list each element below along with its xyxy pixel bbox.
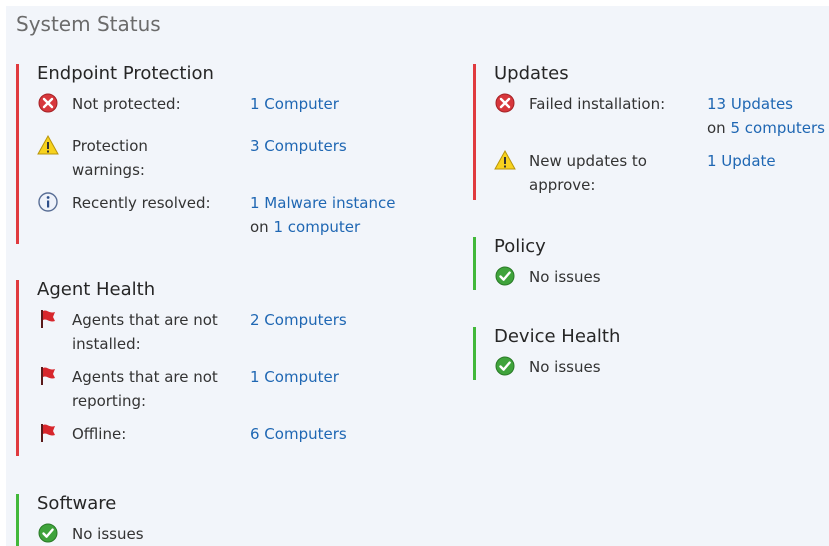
- check-icon: [37, 522, 59, 544]
- status-row-new-updates: New updates to approve: 1 Update: [494, 149, 829, 199]
- section-endpoint-protection: Endpoint Protection Not protected: 1 Com…: [16, 63, 446, 244]
- failed-updates-link[interactable]: 13 Updates: [707, 95, 793, 113]
- status-row-not-reporting: Agents that are not reporting: 1 Compute…: [37, 365, 446, 422]
- row-label-line2: reporting:: [72, 392, 147, 410]
- row-label: Recently resolved:: [72, 194, 211, 212]
- section-title: Software: [37, 493, 117, 514]
- section-title: Endpoint Protection: [37, 63, 214, 84]
- section-title: Agent Health: [37, 279, 156, 300]
- sub-prefix: on: [707, 119, 726, 137]
- row-label-line1: Protection: [72, 137, 148, 155]
- warning-icon: [37, 134, 59, 156]
- status-row-no-issues: No issues: [494, 265, 829, 289]
- row-label: Offline:: [72, 425, 127, 443]
- offline-link[interactable]: 6 Computers: [250, 422, 347, 446]
- status-row-not-installed: Agents that are not installed: 2 Compute…: [37, 308, 446, 365]
- status-row-not-protected: Not protected: 1 Computer: [37, 92, 446, 134]
- status-row-recently-resolved: Recently resolved: 1 Malware instance on…: [37, 191, 446, 241]
- error-icon: [494, 92, 516, 114]
- sub-prefix: on: [250, 218, 269, 236]
- row-label-line1: Agents that are not: [72, 368, 218, 386]
- status-row-protection-warnings: Protection warnings: 3 Computers: [37, 134, 446, 191]
- status-row-no-issues: No issues: [494, 355, 829, 379]
- warning-icon: [494, 149, 516, 171]
- section-title: Device Health: [494, 326, 621, 347]
- flag-icon: [37, 422, 59, 444]
- page-title: System Status: [16, 12, 161, 36]
- row-label-line1: New updates to: [529, 152, 647, 170]
- flag-icon: [37, 308, 59, 330]
- section-software: Software No issues: [16, 493, 446, 546]
- row-label-line2: approve:: [529, 176, 596, 194]
- check-icon: [494, 265, 516, 287]
- section-policy: Policy No issues: [473, 236, 829, 290]
- status-row-failed-installation: Failed installation: 13 Updates on 5 com…: [494, 92, 829, 149]
- section-updates: Updates Failed installation: 13 Updates …: [473, 63, 829, 200]
- protection-warnings-link[interactable]: 3 Computers: [250, 134, 347, 158]
- not-protected-link[interactable]: 1 Computer: [250, 92, 339, 116]
- malware-instance-link[interactable]: 1 Malware instance: [250, 194, 395, 212]
- computers-link[interactable]: 5 computers: [730, 119, 824, 137]
- row-label: Failed installation:: [529, 95, 666, 113]
- no-issues-text: No issues: [529, 268, 601, 286]
- row-label-line2: warnings:: [72, 161, 145, 179]
- computer-link[interactable]: 1 computer: [273, 218, 360, 236]
- row-label-line1: Agents that are not: [72, 311, 218, 329]
- section-title: Updates: [494, 63, 569, 84]
- no-issues-text: No issues: [72, 525, 144, 543]
- error-icon: [37, 92, 59, 114]
- new-updates-link[interactable]: 1 Update: [707, 149, 776, 173]
- info-icon: [37, 191, 59, 213]
- section-device-health: Device Health No issues: [473, 326, 829, 380]
- status-row-no-issues: No issues: [37, 522, 446, 546]
- status-row-offline: Offline: 6 Computers: [37, 422, 446, 452]
- section-title: Policy: [494, 236, 546, 257]
- no-issues-text: No issues: [529, 358, 601, 376]
- not-reporting-link[interactable]: 1 Computer: [250, 365, 339, 389]
- not-installed-link[interactable]: 2 Computers: [250, 308, 347, 332]
- row-label-line2: installed:: [72, 335, 141, 353]
- section-agent-health: Agent Health Agents that are not install…: [16, 279, 446, 456]
- flag-icon: [37, 365, 59, 387]
- row-label: Not protected:: [72, 95, 181, 113]
- check-icon: [494, 355, 516, 377]
